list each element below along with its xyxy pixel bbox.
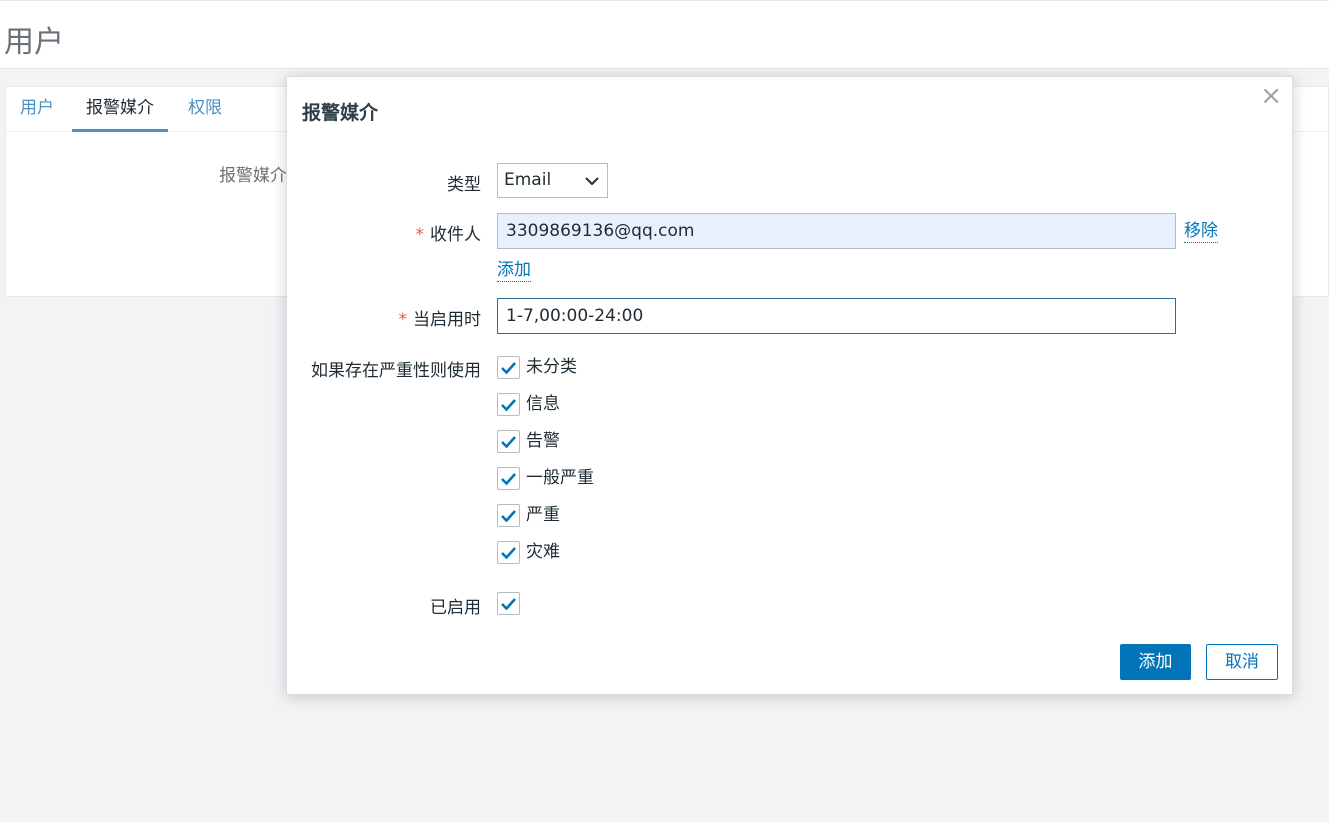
- media-dialog: 报警媒介 × 类型 Email * 收件人 3309869136@qq.com 移…: [286, 76, 1293, 695]
- recipient-input[interactable]: 3309869136@qq.com: [497, 213, 1176, 249]
- check-icon: [501, 473, 516, 486]
- severity-checkbox[interactable]: [497, 393, 520, 416]
- required-marker: *: [415, 225, 425, 245]
- dialog-title: 报警媒介: [302, 102, 379, 124]
- tab-media[interactable]: 报警媒介: [72, 97, 168, 132]
- severity-checkbox[interactable]: [497, 356, 520, 379]
- check-icon: [501, 362, 516, 375]
- severity-option-label: 一般严重: [526, 468, 594, 488]
- severity-option-label: 灾难: [526, 542, 560, 562]
- severity-option-label: 告警: [526, 431, 560, 451]
- when-active-input[interactable]: 1-7,00:00-24:00: [497, 298, 1176, 334]
- tab-user[interactable]: 用户: [6, 97, 68, 132]
- close-icon[interactable]: ×: [1260, 83, 1282, 109]
- chevron-down-icon: [585, 177, 599, 186]
- when-active-label: * 当启用时: [398, 310, 482, 330]
- check-icon: [501, 547, 516, 560]
- media-field-label: 报警媒介: [219, 166, 287, 186]
- add-recipient-link[interactable]: 添加: [497, 259, 531, 282]
- enabled-checkbox[interactable]: [497, 592, 520, 615]
- check-icon: [501, 598, 516, 611]
- remove-recipient-link[interactable]: 移除: [1184, 220, 1218, 243]
- type-select[interactable]: Email: [497, 163, 608, 198]
- required-marker: *: [398, 310, 408, 330]
- recipient-label: * 收件人: [415, 225, 482, 245]
- check-icon: [501, 436, 516, 449]
- page-title: 用户: [4, 25, 64, 60]
- page-header: 用户: [0, 0, 1329, 69]
- cancel-button[interactable]: 取消: [1206, 644, 1278, 680]
- type-select-value: Email: [504, 170, 552, 190]
- check-icon: [501, 510, 516, 523]
- severity-label: 如果存在严重性则使用: [311, 361, 481, 381]
- severity-option-label: 严重: [526, 505, 560, 525]
- severity-checkbox[interactable]: [497, 504, 520, 527]
- check-icon: [501, 399, 516, 412]
- severity-option-label: 未分类: [526, 357, 577, 377]
- add-button[interactable]: 添加: [1120, 644, 1191, 680]
- type-label: 类型: [447, 175, 481, 195]
- severity-option-label: 信息: [526, 394, 560, 414]
- severity-checkbox[interactable]: [497, 430, 520, 453]
- severity-checkbox[interactable]: [497, 467, 520, 490]
- tab-permissions[interactable]: 权限: [174, 97, 236, 132]
- severity-checkbox[interactable]: [497, 541, 520, 564]
- enabled-label: 已启用: [430, 598, 481, 618]
